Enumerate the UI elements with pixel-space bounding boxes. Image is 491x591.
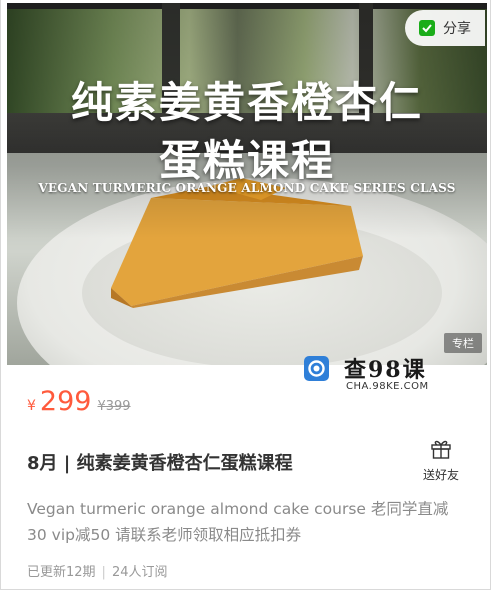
watermark-name: 查98课 xyxy=(344,357,427,383)
course-meta: 已更新12期 | 24人订阅 xyxy=(27,561,167,580)
gift-label: 送好友 xyxy=(422,468,459,482)
watermark-logo-icon xyxy=(304,356,329,381)
original-price: ¥399 xyxy=(97,399,131,414)
gift-icon xyxy=(431,440,451,459)
meta-separator: | xyxy=(101,565,106,580)
cover-subtitle: VEGAN TURMERIC ORANGE ALMOND CAKE SERIES… xyxy=(38,181,456,195)
cover-title-line1: 纯素姜黄香橙杏仁 xyxy=(70,78,423,127)
gift-to-friend-button[interactable]: 送好友 xyxy=(419,438,463,483)
cover-title-line2: 蛋糕课程 xyxy=(158,136,335,185)
update-count: 已更新12期 xyxy=(27,565,96,580)
price-value: 299 xyxy=(39,386,92,417)
share-icon xyxy=(419,20,435,36)
course-cover-image[interactable]: 纯素姜黄香橙杏仁 蛋糕课程 VEGAN TURMERIC ORANGE ALMO… xyxy=(7,3,487,365)
share-label: 分享 xyxy=(443,21,471,37)
column-tag-badge: 专栏 xyxy=(444,333,482,353)
price-currency: ¥ xyxy=(27,398,36,414)
course-description: Vegan turmeric orange almond cake course… xyxy=(27,500,449,544)
subscriber-count: 24人订阅 xyxy=(111,565,168,580)
price: ¥ 299 ¥399 xyxy=(27,386,131,417)
course-title: 8月 | 纯素姜黄香橙杏仁蛋糕课程 xyxy=(27,453,293,474)
watermark-domain: CHA.98KE.COM xyxy=(346,381,429,392)
share-button[interactable]: 分享 xyxy=(405,10,485,46)
